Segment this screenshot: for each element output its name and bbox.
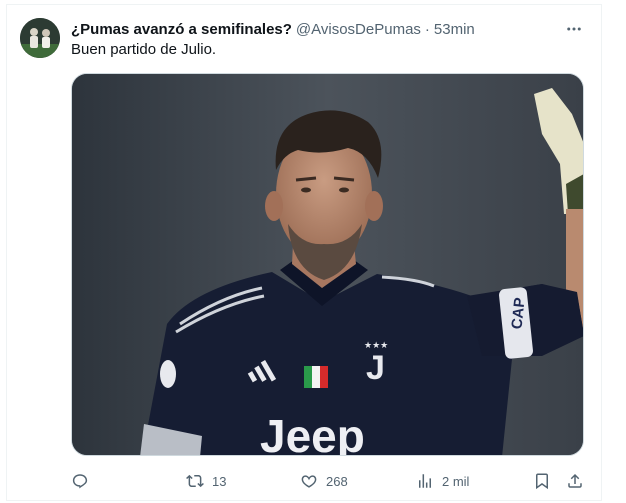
- retweet-button[interactable]: 13: [186, 471, 226, 491]
- retweet-icon: [186, 474, 204, 488]
- armband-text: CAP: [508, 297, 528, 330]
- bookmark-button[interactable]: [533, 471, 551, 491]
- sponsor-text: Jeep: [260, 410, 365, 456]
- timestamp[interactable]: 53min: [434, 21, 475, 38]
- views-icon: [419, 474, 431, 488]
- club-badge: J ★★★: [364, 340, 388, 387]
- svg-text:★★★: ★★★: [364, 340, 388, 350]
- more-icon[interactable]: [563, 19, 585, 39]
- like-icon: [301, 475, 317, 488]
- separator-dot: ·: [424, 20, 430, 38]
- retweet-count: 13: [212, 473, 227, 489]
- tweet-header: ¿Pumas avanzó a semifinales? @AvisosDePu…: [71, 19, 561, 39]
- like-count: 268: [326, 473, 348, 489]
- tweet-card[interactable]: ¿Pumas avanzó a semifinales? @AvisosDePu…: [6, 4, 602, 501]
- avatar[interactable]: [20, 18, 60, 58]
- reply-icon: [72, 474, 88, 489]
- display-name[interactable]: ¿Pumas avanzó a semifinales?: [71, 21, 292, 38]
- tweet-image[interactable]: CAP J ★★★ Jeep: [71, 73, 584, 456]
- user-handle[interactable]: @AvisosDePumas: [296, 21, 421, 38]
- like-button[interactable]: 268: [300, 471, 348, 491]
- action-bar: 13 268 2 mil: [71, 471, 584, 491]
- italy-flag-patch: [304, 366, 328, 388]
- reply-button[interactable]: [71, 471, 97, 491]
- views-button[interactable]: 2 mil: [416, 471, 469, 491]
- bookmark-icon: [536, 473, 548, 490]
- share-button[interactable]: [566, 471, 584, 491]
- tweet-text: Buen partido de Julio.: [71, 41, 217, 58]
- svg-text:J: J: [366, 349, 385, 387]
- views-count: 2 mil: [442, 473, 470, 489]
- share-icon: [568, 473, 582, 488]
